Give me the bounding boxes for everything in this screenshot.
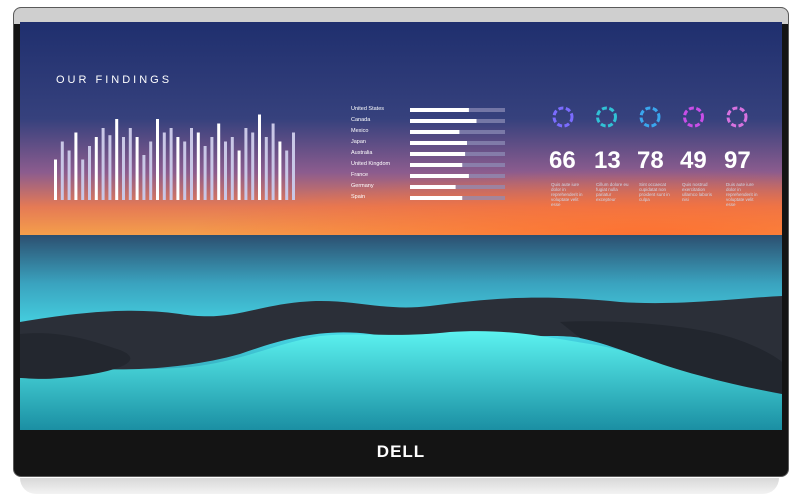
chart-bar: [203, 146, 207, 200]
chart-bar: [101, 128, 105, 200]
country-bar-fill: [410, 141, 467, 145]
country-bars: [410, 108, 505, 200]
stat-value: 13: [594, 147, 621, 174]
chart-bar: [67, 150, 71, 200]
country-label: Canada: [351, 117, 371, 123]
chart-bar: [169, 128, 173, 200]
monitor-chin: DELL: [14, 428, 788, 476]
chart-bar: [292, 132, 295, 200]
country-bar-fill: [410, 108, 469, 112]
chart-bar: [224, 141, 227, 200]
chart-bar: [196, 132, 200, 200]
chart-bar: [237, 150, 241, 200]
chart-bar: [115, 119, 119, 200]
chart-bar: [142, 155, 146, 200]
chart-bar: [183, 141, 187, 200]
chart-bar: [156, 119, 159, 200]
chart-bar: [285, 150, 289, 200]
country-label: Australia: [351, 150, 373, 156]
country-bar-fill: [410, 196, 463, 200]
stat-value: 49: [680, 147, 707, 174]
ring-icon: [683, 106, 704, 128]
chart-bar: [230, 137, 234, 200]
chart-bar: [190, 128, 193, 200]
ring-icon: [596, 106, 617, 128]
country-bar-fill: [410, 174, 469, 178]
dell-logo: DELL: [376, 442, 426, 461]
country-label: Japan: [351, 139, 366, 145]
chart-bar: [278, 141, 282, 200]
ring-icon: [639, 106, 661, 128]
chart-bar: [74, 132, 78, 200]
monitor-base: [20, 478, 779, 494]
stat-description: Sint occaecat cupidatat non proident sun…: [639, 182, 670, 202]
chart-bar: [271, 123, 275, 200]
stat-rings: [552, 106, 748, 128]
country-label: Spain: [351, 194, 366, 200]
chart-bar: [122, 137, 125, 200]
stat-value: 97: [724, 147, 751, 174]
chart-bar: [217, 123, 221, 200]
stat-value: 66: [549, 147, 576, 174]
monitor: OUR FINDINGS United States Canada Mexico…: [13, 7, 789, 477]
stat-description: Quis aute iure dolor in reprehenderit in…: [551, 182, 583, 207]
ring-icon: [552, 106, 574, 128]
country-label: United States: [351, 106, 385, 112]
stat-description: Duis aute iure dolor in reprehenderit in…: [726, 182, 758, 207]
country-bar-fill: [410, 130, 460, 134]
chart-bar: [135, 137, 139, 200]
chart-bar: [81, 159, 85, 200]
chart-bar: [264, 137, 268, 200]
chart-bar: [60, 141, 64, 200]
country-bar-fill: [410, 152, 466, 156]
stat-value: 78: [637, 147, 664, 174]
country-bar-fill: [410, 163, 463, 167]
stat-description: Cillum dolore eu fugiat nulla pariatur e…: [596, 182, 629, 202]
chart-bar: [54, 159, 57, 200]
chart-bar: [258, 114, 261, 200]
chart-bar: [108, 135, 112, 200]
chart-bar: [94, 137, 98, 200]
ring-icon: [726, 106, 748, 128]
country-bar-fill: [410, 119, 477, 123]
chart-bar: [128, 128, 132, 200]
country-label: Germany: [351, 183, 374, 189]
chart-bar: [244, 128, 248, 200]
country-label: United Kingdom: [351, 161, 391, 167]
chart-bar: [251, 132, 255, 200]
country-label: France: [351, 172, 369, 178]
country-bar-fill: [410, 185, 456, 189]
findings-title: OUR FINDINGS: [56, 74, 173, 86]
chart-bar: [176, 137, 180, 200]
chart-bar: [88, 146, 91, 200]
chart-bar: [162, 132, 166, 200]
screen: OUR FINDINGS United States Canada Mexico…: [20, 22, 782, 430]
country-label: Mexico: [351, 128, 369, 134]
stat-description: Quis nostrud exercitation ullamco labori…: [682, 182, 713, 202]
bar-chart: [54, 114, 295, 200]
chart-bar: [149, 141, 153, 200]
chart-bar: [210, 137, 214, 200]
